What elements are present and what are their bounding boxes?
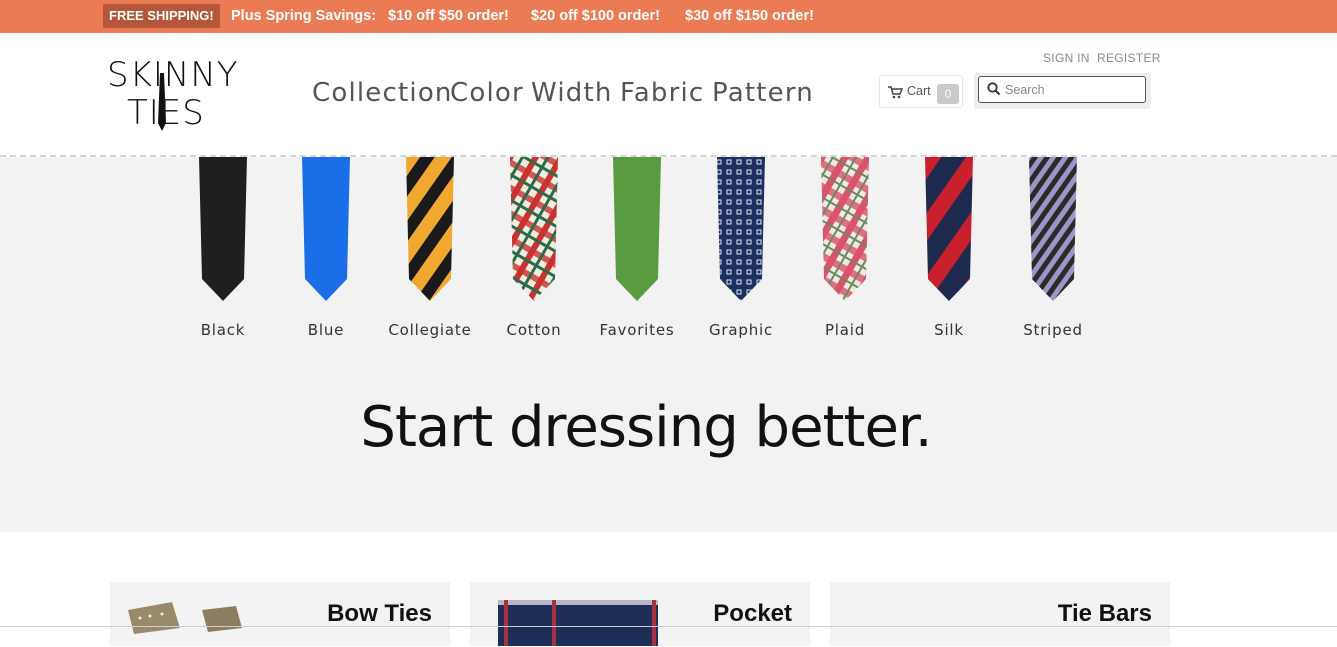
tie-graphic[interactable]: Graphic	[696, 157, 786, 347]
tie-collegiate[interactable]: Collegiate	[385, 157, 475, 347]
striped-tie-image	[1029, 157, 1077, 301]
search-box	[978, 76, 1146, 103]
plaid-tie-image	[821, 157, 869, 301]
promo-offer-3: $30 off $150 order!	[685, 8, 814, 24]
sign-in-link[interactable]: SIGN IN	[1043, 51, 1090, 65]
tie-black[interactable]: Black	[178, 157, 268, 347]
cart-count-badge: 0	[937, 84, 959, 104]
hero-headline: Start dressing better.	[360, 395, 932, 460]
nav-width[interactable]: Width	[531, 77, 613, 109]
nav-fabric[interactable]: Fabric	[620, 77, 704, 109]
site-logo[interactable]: SKINNY TIES	[107, 55, 242, 137]
tie-striped[interactable]: Striped	[1008, 157, 1098, 347]
promo-offer-2: $20 off $100 order!	[531, 8, 660, 24]
logo-tie-icon	[158, 73, 166, 131]
nav-color[interactable]: Color	[450, 77, 524, 109]
silk-tie-image	[925, 157, 973, 301]
black-tie-image	[199, 157, 247, 301]
logo-line-1: SKINNY	[107, 55, 239, 95]
graphic-tie-image	[717, 157, 765, 301]
promo-bar: FREE SHIPPING! Plus Spring Savings: $10 …	[0, 0, 1337, 33]
tie-label-striped: Striped	[1023, 321, 1083, 339]
category-title-bow-ties: Bow Ties	[327, 600, 432, 627]
search-container	[974, 73, 1151, 109]
blue-tie-image	[302, 157, 350, 301]
site-header: SKINNY TIES Collection Color Width Fabri…	[0, 33, 1337, 157]
tie-silk[interactable]: Silk	[904, 157, 994, 347]
search-icon	[987, 82, 1001, 96]
nav-pattern[interactable]: Pattern	[712, 77, 814, 109]
tie-blue[interactable]: Blue	[281, 157, 371, 347]
browser-bottom-edge	[0, 626, 1337, 647]
hero-section: Black Blue Collegiate Cotton Favorites G…	[0, 157, 1337, 532]
promo-intro: Plus Spring Savings:	[231, 8, 377, 24]
nav-collection[interactable]: Collection	[312, 77, 453, 109]
cart-button[interactable]: Cart 0	[879, 75, 963, 108]
tie-cotton[interactable]: Cotton	[489, 157, 579, 347]
favorites-tie-image	[613, 157, 661, 301]
category-title-pocket: Pocket	[713, 600, 792, 627]
tie-plaid[interactable]: Plaid	[800, 157, 890, 347]
category-title-tie-bars: Tie Bars	[1057, 600, 1152, 627]
tie-favorites[interactable]: Favorites	[592, 157, 682, 347]
free-shipping-badge: FREE SHIPPING!	[103, 4, 220, 28]
cart-icon	[888, 86, 903, 99]
collegiate-tie-image	[406, 157, 454, 301]
search-input[interactable]	[1005, 81, 1140, 99]
cotton-tie-image	[510, 157, 558, 301]
cart-label: Cart	[907, 84, 931, 98]
promo-offer-1: $10 off $50 order!	[388, 8, 509, 24]
register-link[interactable]: REGISTER	[1097, 51, 1161, 65]
